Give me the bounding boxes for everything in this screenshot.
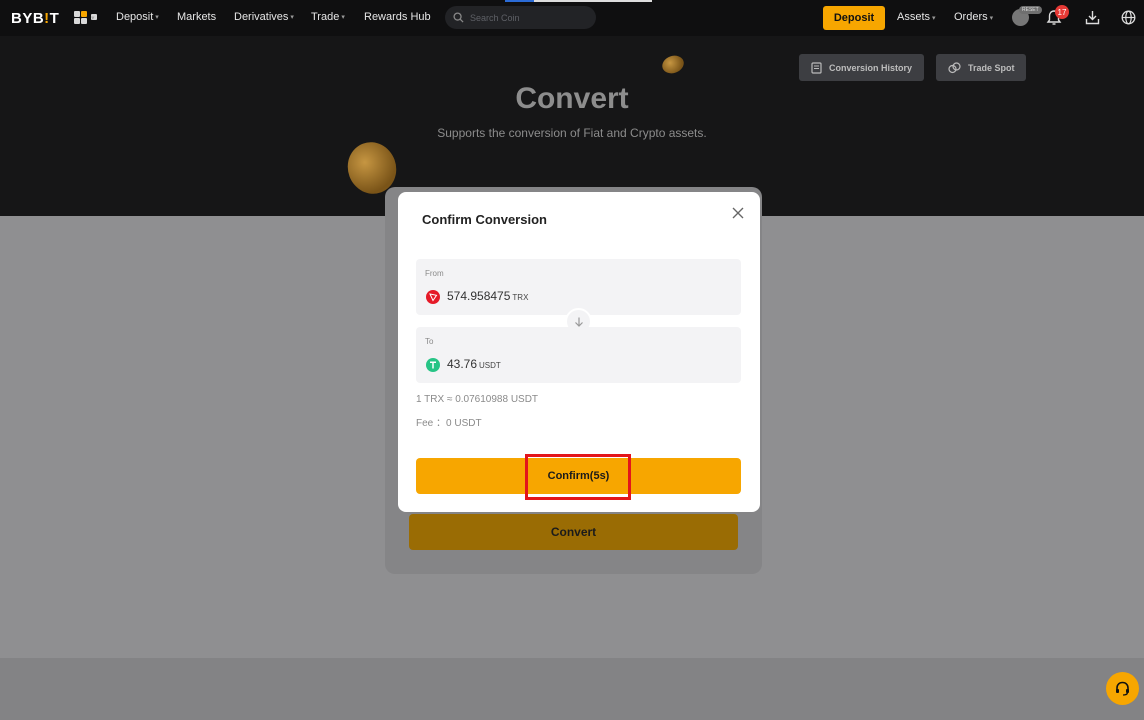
apps-grid-icon[interactable]: ▾: [74, 11, 97, 25]
menu-derivatives[interactable]: Derivatives ▾: [234, 11, 294, 23]
search-box[interactable]: [445, 6, 596, 29]
search-icon: [453, 12, 464, 23]
notification-count-badge: 17: [1055, 5, 1069, 19]
trx-coin-icon: [426, 290, 440, 304]
top-nav: BYB!T ▾ Deposit ▾ Markets Derivatives ▾ Tr…: [0, 0, 1144, 36]
search-input[interactable]: [470, 12, 580, 23]
assets-menu[interactable]: Assets ▾: [897, 11, 936, 23]
convert-button: Convert: [409, 514, 738, 550]
confirm-conversion-dialog: Confirm Conversion From 574.958475 TRX To…: [398, 192, 760, 512]
confirm-button[interactable]: Confirm(5s): [416, 458, 741, 494]
spot-icon: [948, 61, 961, 73]
conversion-history-button[interactable]: Conversion History: [799, 54, 924, 81]
usdt-coin-icon: [426, 358, 440, 372]
menu-deposit[interactable]: Deposit ▾: [116, 11, 159, 23]
from-currency: TRX: [512, 293, 529, 302]
to-amount: 43.76 USDT: [447, 357, 501, 371]
bybit-logo[interactable]: BYB!T: [11, 10, 59, 27]
logo-text-right: T: [49, 10, 60, 27]
history-icon: [811, 61, 822, 74]
menu-trade[interactable]: Trade ▾: [311, 11, 345, 23]
from-amount-box: From 574.958475 TRX: [416, 259, 741, 315]
progress-line: [505, 0, 652, 2]
footer-strip: [0, 658, 1144, 720]
conversion-history-label: Conversion History: [829, 62, 913, 73]
to-label: To: [425, 337, 434, 346]
download-icon[interactable]: [1085, 10, 1100, 25]
trade-spot-label: Trade Spot: [968, 62, 1015, 73]
exchange-rate: 1 TRX ≈ 0.07610988 USDT: [416, 394, 539, 405]
orders-menu[interactable]: Orders ▾: [954, 11, 993, 23]
coin-decoration-icon: [659, 52, 687, 77]
menu-markets[interactable]: Markets: [177, 11, 216, 23]
avatar-badge: RESET: [1019, 6, 1042, 14]
to-amount-box: To 43.76 USDT: [416, 327, 741, 383]
logo-text-left: BYB: [11, 10, 45, 27]
support-headset-icon[interactable]: [1106, 672, 1139, 705]
from-amount: 574.958475 TRX: [447, 289, 528, 303]
fee-text: Fee ：0 USDT: [416, 418, 482, 429]
from-label: From: [425, 269, 444, 278]
from-amount-value: 574.958475: [447, 289, 511, 303]
page-subtitle: Supports the conversion of Fiat and Cryp…: [437, 126, 707, 140]
to-amount-value: 43.76: [447, 357, 478, 371]
globe-icon[interactable]: [1121, 10, 1136, 25]
to-currency: USDT: [479, 361, 501, 370]
deposit-button[interactable]: Deposit: [823, 6, 885, 30]
close-icon[interactable]: [731, 206, 745, 220]
trade-spot-button[interactable]: Trade Spot: [936, 54, 1026, 81]
menu-rewards-hub[interactable]: Rewards Hub: [364, 11, 431, 23]
dialog-title: Confirm Conversion: [422, 212, 547, 227]
page-title: Convert: [515, 82, 629, 115]
